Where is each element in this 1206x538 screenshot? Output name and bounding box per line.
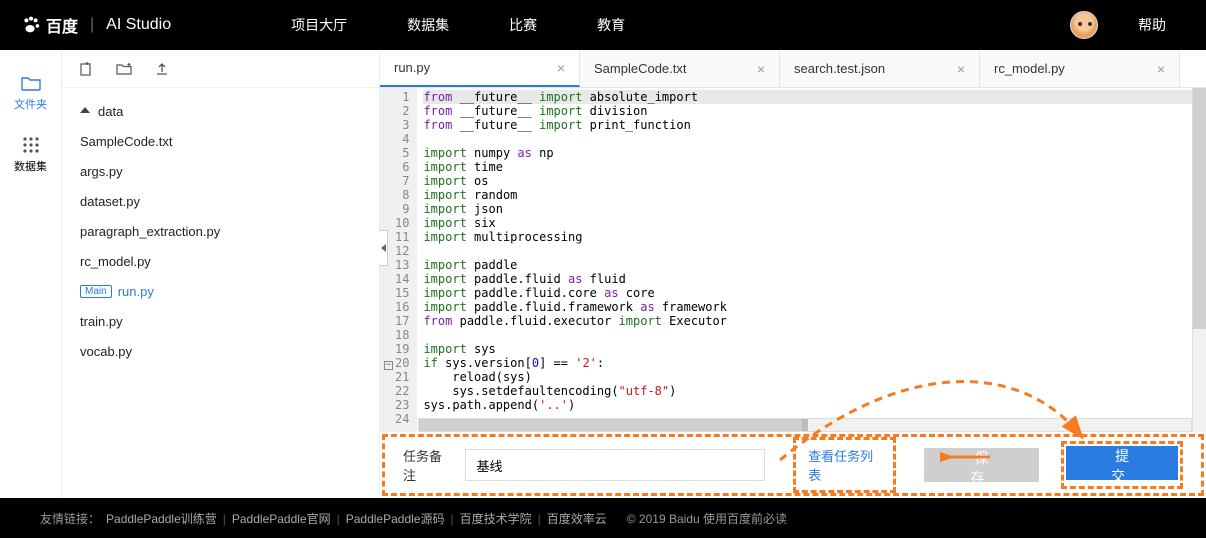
nav-datasets[interactable]: 数据集 (407, 15, 449, 35)
file-toolbar (62, 50, 379, 88)
footer-copyright: © 2019 Baidu 使用百度前必读 (627, 510, 787, 527)
logo-divider: | (90, 16, 94, 34)
logo-baidu: 百度 (20, 13, 78, 37)
tree-item-label: vocab.py (80, 344, 132, 359)
submit-highlight: 提 交 (1061, 441, 1183, 489)
new-folder-icon[interactable] (116, 61, 132, 77)
footer-prefix: 友情链接： (40, 510, 100, 527)
close-icon[interactable]: × (757, 61, 765, 77)
footer-link[interactable]: PaddlePaddle源码 (346, 512, 445, 526)
nav-project-hall[interactable]: 项目大厅 (291, 15, 347, 35)
left-rail: 文件夹 数据集 (0, 50, 62, 498)
rail-datasets[interactable]: 数据集 (0, 130, 61, 184)
folder-icon (20, 74, 42, 92)
upload-icon[interactable] (154, 61, 170, 77)
help-link[interactable]: 帮助 (1138, 15, 1166, 35)
logo-brand-text: 百度 (46, 13, 78, 37)
tree-item-label: train.py (80, 314, 123, 329)
tree-item[interactable]: Main run.py (62, 276, 379, 306)
code-body[interactable]: from __future__ import absolute_importfr… (417, 88, 1206, 432)
rail-files[interactable]: 文件夹 (0, 68, 61, 122)
collapse-handle[interactable] (379, 230, 388, 266)
main-badge: Main (80, 285, 112, 298)
close-icon[interactable]: × (557, 60, 565, 76)
rail-files-label: 文件夹 (14, 96, 47, 112)
tab-label: search.test.json (794, 61, 885, 76)
footer-link[interactable]: 百度技术学院 (460, 512, 532, 526)
save-button[interactable]: 保 存 (924, 448, 1040, 482)
tree-item[interactable]: SampleCode.txt (62, 126, 379, 156)
footer-link[interactable]: PaddlePaddle官网 (232, 512, 331, 526)
footer: 友情链接： PaddlePaddle训练营|PaddlePaddle官网|Pad… (0, 498, 1206, 538)
editor-tab[interactable]: SampleCode.txt × (580, 50, 780, 87)
editor-tab[interactable]: run.py × (380, 50, 580, 87)
nav-competition[interactable]: 比赛 (509, 15, 537, 35)
rail-datasets-label: 数据集 (14, 158, 47, 174)
new-file-icon[interactable] (78, 61, 94, 77)
editor-hscroll[interactable] (418, 418, 1192, 432)
task-note-input[interactable] (465, 449, 765, 481)
tree-item-label: args.py (80, 164, 123, 179)
avatar[interactable] (1070, 11, 1098, 39)
editor-area: run.py×SampleCode.txt×search.test.json×r… (380, 50, 1206, 498)
tree-item[interactable]: paragraph_extraction.py (62, 216, 379, 246)
submit-button[interactable]: 提 交 (1066, 446, 1178, 480)
tree-item-label: rc_model.py (80, 254, 151, 269)
view-task-list-link[interactable]: 查看任务列表 (793, 437, 896, 493)
tab-label: SampleCode.txt (594, 61, 687, 76)
task-note-label: 任务备注 (403, 446, 451, 484)
logo[interactable]: 百度 | AI Studio (20, 13, 171, 37)
tab-label: rc_model.py (994, 61, 1065, 76)
tree-item-label: run.py (118, 284, 154, 299)
tree-item[interactable]: args.py (62, 156, 379, 186)
close-icon[interactable]: × (1157, 61, 1165, 77)
tree-item-label: SampleCode.txt (80, 134, 173, 149)
code-editor[interactable]: 12345678910111213141516171819−2021222324… (380, 88, 1206, 432)
editor-tab[interactable]: rc_model.py × (980, 50, 1180, 87)
main-area: 文件夹 数据集 data SampleCode.txt args.py dataset… (0, 50, 1206, 498)
nav-education[interactable]: 教育 (597, 15, 625, 35)
top-nav: 项目大厅 数据集 比赛 教育 (291, 15, 625, 35)
tree-folder-data[interactable]: data (62, 96, 379, 126)
editor-tab[interactable]: search.test.json × (780, 50, 980, 87)
grid-icon (20, 136, 42, 154)
paw-icon (20, 14, 42, 36)
top-header: 百度 | AI Studio 项目大厅 数据集 比赛 教育 帮助 (0, 0, 1206, 50)
tab-label: run.py (394, 60, 430, 75)
editor-vscroll[interactable] (1192, 88, 1206, 432)
footer-link[interactable]: 百度效率云 (547, 512, 607, 526)
editor-tabs: run.py×SampleCode.txt×search.test.json×r… (380, 50, 1206, 88)
logo-product-text: AI Studio (106, 16, 171, 34)
footer-link[interactable]: PaddlePaddle训练营 (106, 512, 217, 526)
bottom-bar: 任务备注 查看任务列表 保 存 提 交 (382, 434, 1204, 496)
file-panel: data SampleCode.txt args.py dataset.py parag… (62, 50, 380, 498)
tree-item[interactable]: vocab.py (62, 336, 379, 366)
tree-item[interactable]: dataset.py (62, 186, 379, 216)
close-icon[interactable]: × (957, 61, 965, 77)
file-tree: data SampleCode.txt args.py dataset.py parag… (62, 88, 379, 374)
tree-item[interactable]: train.py (62, 306, 379, 336)
tree-item-label: paragraph_extraction.py (80, 224, 220, 239)
tree-item[interactable]: rc_model.py (62, 246, 379, 276)
tree-item-label: dataset.py (80, 194, 140, 209)
